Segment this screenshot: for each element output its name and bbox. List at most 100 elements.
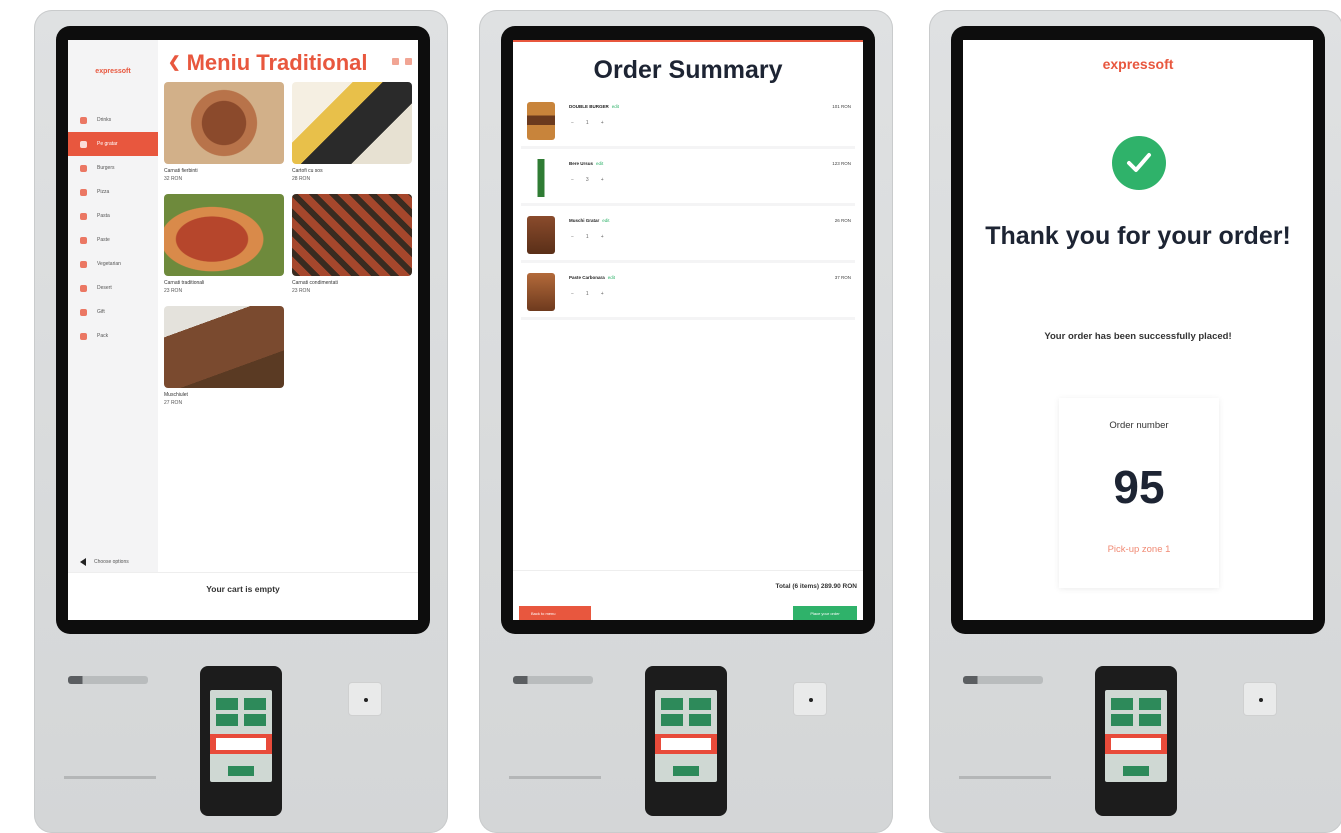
sidebar-item[interactable]: Burgers <box>68 156 158 180</box>
item-thumbnail <box>527 216 555 254</box>
plus-icon[interactable]: + <box>601 234 604 240</box>
accent-bar <box>513 40 863 42</box>
category-icon <box>80 308 87 316</box>
sidebar-item[interactable]: Drinks <box>68 108 158 132</box>
plus-icon[interactable]: + <box>601 291 604 297</box>
thank-you-heading: Thank you for your order! <box>985 222 1291 250</box>
product-image <box>164 194 284 276</box>
category-icon <box>80 188 87 196</box>
category-list: Drinks Pe gratar Burgers Pizza Pasta Paste Veg… <box>68 108 158 348</box>
confirmation-screen: expressoft Thank you for your order! You… <box>963 40 1313 620</box>
card-reader <box>963 676 1043 686</box>
cart-bar: Your cart is empty <box>68 572 418 620</box>
product-image <box>292 194 412 276</box>
minus-icon[interactable]: − <box>571 177 574 183</box>
item-name: DOUBLE BURGER edit <box>569 104 620 109</box>
sidebar-item[interactable]: Paste <box>68 228 158 252</box>
sidebar-item-label: Pasta <box>97 213 110 219</box>
sidebar-item-label: Pe gratar <box>97 141 118 147</box>
order-item: Bere Ursus edit 123 RON − 3 + <box>521 149 855 206</box>
item-name: Bere Ursus edit <box>569 161 604 166</box>
order-number-label: Order number <box>1109 420 1169 431</box>
receipt-slot <box>959 776 1051 779</box>
sidebar-item[interactable]: Desert <box>68 276 158 300</box>
edit-link[interactable]: edit <box>608 275 615 280</box>
plus-icon[interactable]: + <box>601 120 604 126</box>
sidebar-item-label: Drinks <box>97 117 112 123</box>
minus-icon[interactable]: − <box>571 234 574 240</box>
item-quantity: 3 <box>585 177 589 183</box>
page-title: Order Summary <box>593 56 783 84</box>
sidebar-item[interactable]: Gift <box>68 300 158 324</box>
payment-terminal <box>200 666 282 816</box>
view-toggle <box>392 58 412 65</box>
summary-footer: Total (6 items) 289.90 RON Back to menu … <box>513 570 863 620</box>
category-icon <box>80 284 87 292</box>
success-message: Your order has been successfully placed! <box>1044 331 1232 342</box>
category-icon <box>80 260 87 268</box>
product-price: 23 RON <box>292 288 311 294</box>
product-card[interactable]: Cartofi cu sos 28 RON <box>292 82 412 182</box>
sidebar-item[interactable]: Pizza <box>68 180 158 204</box>
minus-icon[interactable]: − <box>571 120 574 126</box>
order-ticket: Order number 95 Pick-up zone 1 <box>1059 398 1219 588</box>
edit-link[interactable]: edit <box>596 161 603 166</box>
product-price: 23 RON <box>164 288 183 294</box>
category-icon <box>80 332 87 340</box>
chevron-left-icon[interactable]: ❮ <box>168 54 181 71</box>
product-name: Carnati traditionali <box>164 280 205 286</box>
grid-view-icon[interactable] <box>392 58 399 65</box>
item-price: 37 RON <box>834 275 851 280</box>
item-name: Paste Carbonara edit <box>569 275 616 280</box>
order-item: Paste Carbonara edit 37 RON − 1 + <box>521 263 855 320</box>
edit-link[interactable]: edit <box>612 104 619 109</box>
screen-bezel: expressoft Drinks Pe gratar Burgers Pizza Pa… <box>56 26 430 634</box>
order-items: DOUBLE BURGER edit 101 RON −1 + Bere Ursus edi… <box>521 92 855 320</box>
product-image <box>164 82 284 164</box>
item-thumbnail <box>527 273 555 311</box>
cart-status: Your cart is empty <box>206 584 280 594</box>
product-price: 27 RON <box>164 400 183 406</box>
choose-options-button[interactable]: Choose options <box>68 552 158 572</box>
edit-link[interactable]: edit <box>602 218 609 223</box>
sidebar-item-label: Pizza <box>97 189 110 195</box>
product-card[interactable]: Carnati fierbinti 32 RON <box>164 82 284 182</box>
product-price: 32 RON <box>164 176 183 182</box>
list-view-icon[interactable] <box>405 58 412 65</box>
item-name: Muschi Gratar edit <box>569 218 610 223</box>
product-name: Carnati condimentati <box>292 280 338 286</box>
item-price: 101 RON <box>832 104 851 109</box>
sidebar-item[interactable]: Pasta <box>68 204 158 228</box>
product-card[interactable]: Muschiulet 27 RON <box>164 306 284 406</box>
summary-screen: Order Summary DOUBLE BURGER edit 101 RON − 1… <box>513 40 863 620</box>
card-reader <box>513 676 593 686</box>
quantity-stepper: − 3 + <box>571 177 604 183</box>
back-to-menu-button[interactable]: Back to menu <box>519 606 591 620</box>
category-icon <box>80 212 87 220</box>
qr-scanner <box>348 682 382 716</box>
quantity-stepper: − 1 + <box>571 234 604 240</box>
sidebar-item[interactable]: Pack <box>68 324 158 348</box>
menu-screen: expressoft Drinks Pe gratar Burgers Pizza Pa… <box>68 40 418 620</box>
kiosk-menu: expressoft Drinks Pe gratar Burgers Pizza Pa… <box>34 10 448 833</box>
sidebar-item-label: Pack <box>97 333 109 339</box>
order-number: 95 <box>1113 461 1165 513</box>
product-name: Cartofi cu sos <box>292 168 323 174</box>
category-icon <box>80 164 87 172</box>
quantity-stepper: − 1 + <box>571 120 604 126</box>
plus-icon[interactable]: + <box>601 177 604 183</box>
minus-icon[interactable]: − <box>571 291 574 297</box>
product-price: 28 RON <box>292 176 311 182</box>
category-sidebar: expressoft Drinks Pe gratar Burgers Pizza Pa… <box>68 40 158 572</box>
back-label: Choose options <box>94 559 129 565</box>
category-icon <box>80 140 87 148</box>
product-card[interactable]: Carnati traditionali 23 RON <box>164 194 284 294</box>
sidebar-item[interactable]: Pe gratar <box>68 132 158 156</box>
product-card[interactable]: Carnati condimentati 23 RON <box>292 194 412 294</box>
sidebar-item-label: Desert <box>97 285 112 291</box>
sidebar-item[interactable]: Vegetarian <box>68 252 158 276</box>
place-order-button[interactable]: Place your order <box>793 606 857 620</box>
category-icon <box>80 236 87 244</box>
order-item: DOUBLE BURGER edit 101 RON − 1 + <box>521 92 855 149</box>
kiosk-summary: Order Summary DOUBLE BURGER edit 101 RON − 1… <box>479 10 893 833</box>
